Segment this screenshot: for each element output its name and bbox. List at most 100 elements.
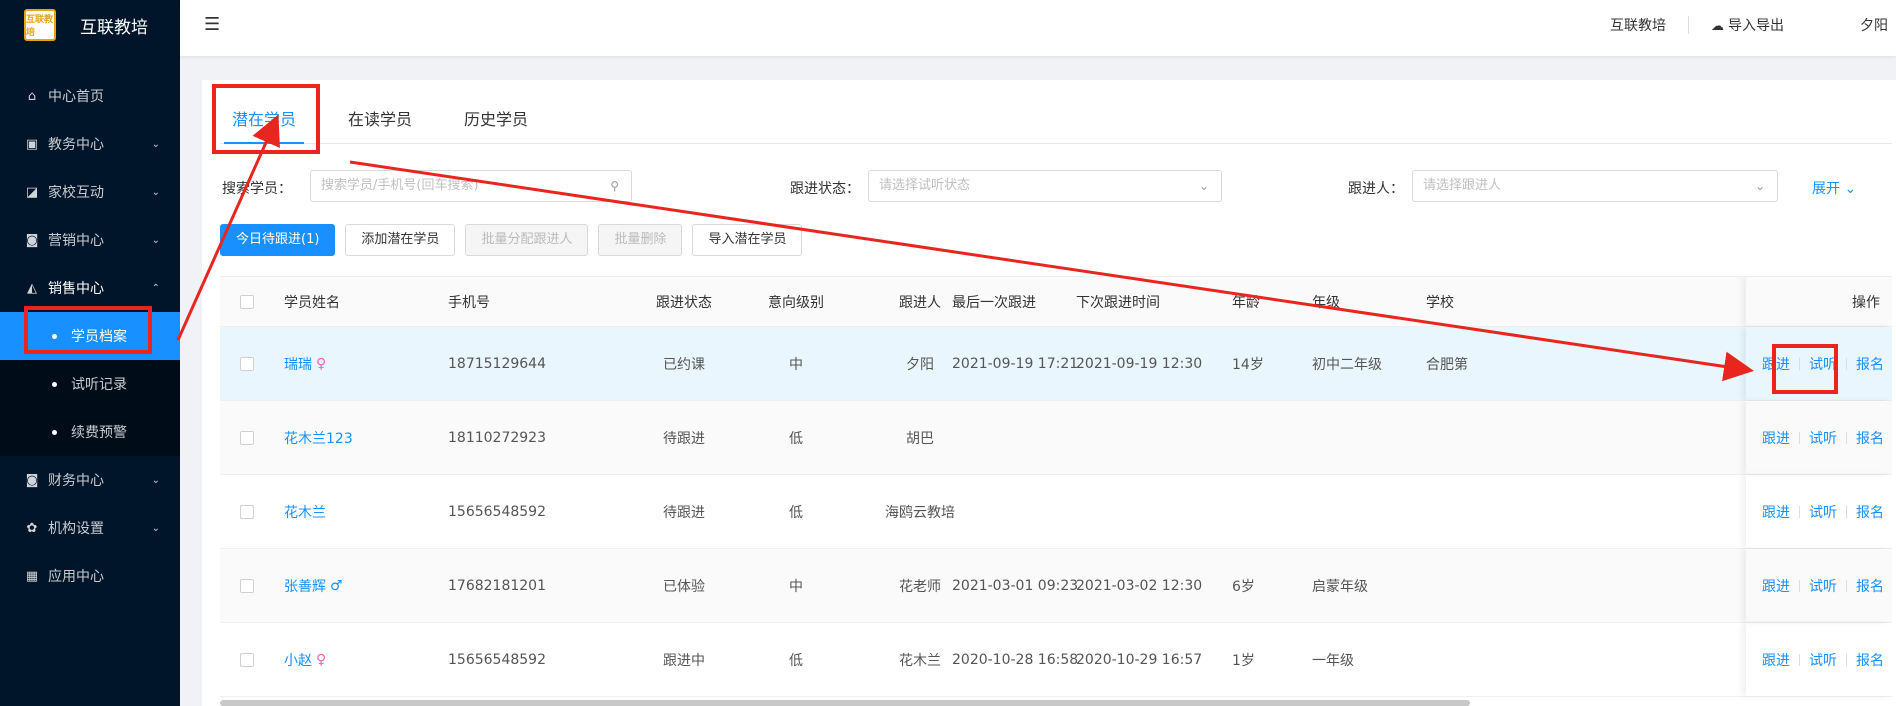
ops-header: 操作 [1746,277,1892,326]
followup-link[interactable]: 跟进 [1762,428,1790,448]
cell-age: 6岁 [1232,578,1255,595]
row-checkbox[interactable] [240,652,254,667]
app-title: 互联教培 [80,17,148,38]
batch-delete-button[interactable]: 批量删除 [598,224,683,256]
enroll-link[interactable]: 报名 [1856,428,1884,448]
followup-link[interactable]: 跟进 [1762,502,1790,522]
trial-link[interactable]: 试听 [1809,502,1837,522]
sidebar-item[interactable]: ◪ 家校互动 ⌄ [0,168,180,216]
cell-name[interactable]: 张善辉 ♂ [284,549,434,622]
divider [1799,579,1800,592]
trial-link[interactable]: 试听 [1809,428,1837,448]
sidebar-subitem[interactable]: 续费预警 [0,408,180,456]
sidebar-subitem[interactable]: 学员档案 [0,312,180,360]
cell-grade: 初中二年级 [1312,356,1382,373]
followup-link[interactable]: 跟进 [1762,650,1790,670]
tab-history[interactable]: 历史学员 [464,80,528,144]
sidebar-item-label: 销售中心 [48,281,104,297]
status-select[interactable]: 请选择试听状态 ⌄ [868,170,1222,202]
student-name-link[interactable]: 花木兰123 [284,428,353,448]
table-row[interactable]: 张善辉 ♂ 17682181201 已体验中花老师 2021-03-01 09:23 20… [220,549,1892,623]
logo[interactable]: 互联教培 互联教培 [0,0,180,50]
student-name-link[interactable]: 小赵 [284,650,312,670]
add-student-button[interactable]: 添加潜在学员 [345,224,456,256]
action-buttons: 今日待跟进(1) 添加潜在学员 批量分配跟进人 批量删除 导入潜在学员 [220,224,812,256]
row-action-links: 跟进 试听 报名 [1746,401,1892,474]
column-header: 下次跟进时间 [1076,294,1160,311]
enroll-link[interactable]: 报名 [1856,576,1884,596]
trial-link[interactable]: 试听 [1809,576,1837,596]
tab-potential[interactable]: 潜在学员 [223,80,305,144]
trial-link[interactable]: 试听 [1809,354,1837,374]
sidebar-item[interactable]: ◙ 财务中心 ⌄ [0,456,180,504]
today-followup-button[interactable]: 今日待跟进(1) [220,224,336,256]
import-student-button[interactable]: 导入潜在学员 [692,224,803,256]
tab-current[interactable]: 在读学员 [348,80,412,144]
sidebar-item[interactable]: ◭ 销售中心 ⌃ [0,264,180,312]
logo-icon: 互联教培 [24,9,56,41]
cell-phone: 15656548592 [448,503,546,520]
org-name[interactable]: 互联教培 [1610,15,1666,35]
student-name-link[interactable]: 张善辉 [284,576,326,596]
batch-assign-button[interactable]: 批量分配跟进人 [465,224,589,256]
table-row[interactable]: 瑞瑞 ♀ 18715129644 已约课中夕阳 2021-09-19 17:21 2021… [220,327,1892,401]
enroll-link[interactable]: 报名 [1856,354,1884,374]
followup-link[interactable]: 跟进 [1762,354,1790,374]
header-checkbox-cell [240,277,254,326]
student-name-link[interactable]: 瑞瑞 [284,354,312,374]
enroll-link[interactable]: 报名 [1856,650,1884,670]
row-action-links: 跟进 试听 报名 [1746,475,1892,548]
cell-level: 低 [789,652,803,669]
cell-name[interactable]: 小赵 ♀ [284,623,434,696]
horizontal-scrollbar[interactable] [220,700,1470,706]
sidebar-item[interactable]: ▦ 应用中心 [0,552,180,600]
cell-age [1232,401,1292,474]
table-row[interactable]: 花木兰123 18110272923 待跟进低胡巴 跟进 试听 报名 [220,401,1892,475]
user-name[interactable]: 夕阳 [1860,15,1896,35]
cell-next: 2021-09-19 12:30 [1076,355,1203,372]
followup-link[interactable]: 跟进 [1762,576,1790,596]
home-icon: ⌂ [27,88,37,104]
main-card: 潜在学员 在读学员 历史学员 搜索学员： 搜索学员/手机号(回车搜索) ⚲ 跟进状态… [202,80,1896,706]
cell-name[interactable]: 瑞瑞 ♀ [284,327,434,400]
cell-grade [1312,475,1412,548]
row-checkbox[interactable] [240,504,254,519]
search-icon[interactable]: ⚲ [610,171,619,201]
student-name-link[interactable]: 花木兰 [284,502,326,522]
sidebar-item[interactable]: ▣ 教务中心 ⌄ [0,120,180,168]
menu-collapse-icon[interactable]: ☰ [204,14,220,35]
sidebar-subitem[interactable]: 试听记录 [0,360,180,408]
row-checkbox[interactable] [240,430,254,445]
select-all-checkbox[interactable] [240,294,254,309]
table-row[interactable]: 小赵 ♀ 15656548592 跟进中低花木兰 2020-10-28 16:58 202… [220,623,1892,697]
cell-last [952,475,1072,548]
sidebar-item[interactable]: ◙ 营销中心 ⌄ [0,216,180,264]
wallet-icon: ◙ [25,472,39,488]
row-checkbox[interactable] [240,356,254,371]
cell-level: 低 [789,504,803,521]
sidebar: 互联教培 互联教培 ⌂ 中心首页 ▣ 教务中心 ⌄ ◪ 家校互动 ⌄ ◙ 营销中心 ⌄ ◭ 销售中心 ⌃ 学… [0,0,180,706]
chevron-down-icon: ⌄ [151,186,160,198]
cell-age: 1岁 [1232,652,1255,669]
table-row[interactable]: 花木兰 15656548592 待跟进低海鸥云教培 跟进 试听 报名 [220,475,1892,549]
sidebar-item-label: 教务中心 [48,137,104,153]
sidebar-item[interactable]: ✿ 机构设置 ⌄ [0,504,180,552]
import-export-label: 导入导出 [1728,18,1784,34]
divider [1799,653,1800,666]
trial-link[interactable]: 试听 [1809,650,1837,670]
follower-select[interactable]: 请选择跟进人 ⌄ [1412,170,1778,202]
cell-name[interactable]: 花木兰 [284,475,434,548]
bullet-icon [52,381,57,387]
male-icon: ♂ [330,577,343,594]
cell-phone: 18715129644 [448,355,546,372]
expand-filters-button[interactable]: 展开 ⌄ [1812,178,1856,198]
cell-status: 待跟进 [663,504,705,521]
row-checkbox[interactable] [240,578,254,593]
import-export-button[interactable]: ☁ 导入导出 [1711,15,1784,35]
sidebar-item[interactable]: ⌂ 中心首页 [0,72,180,120]
cell-name[interactable]: 花木兰123 [284,401,434,474]
enroll-link[interactable]: 报名 [1856,502,1884,522]
search-input[interactable]: 搜索学员/手机号(回车搜索) ⚲ [310,170,632,202]
divider [1799,505,1800,518]
row-checkbox-cell [240,401,254,474]
